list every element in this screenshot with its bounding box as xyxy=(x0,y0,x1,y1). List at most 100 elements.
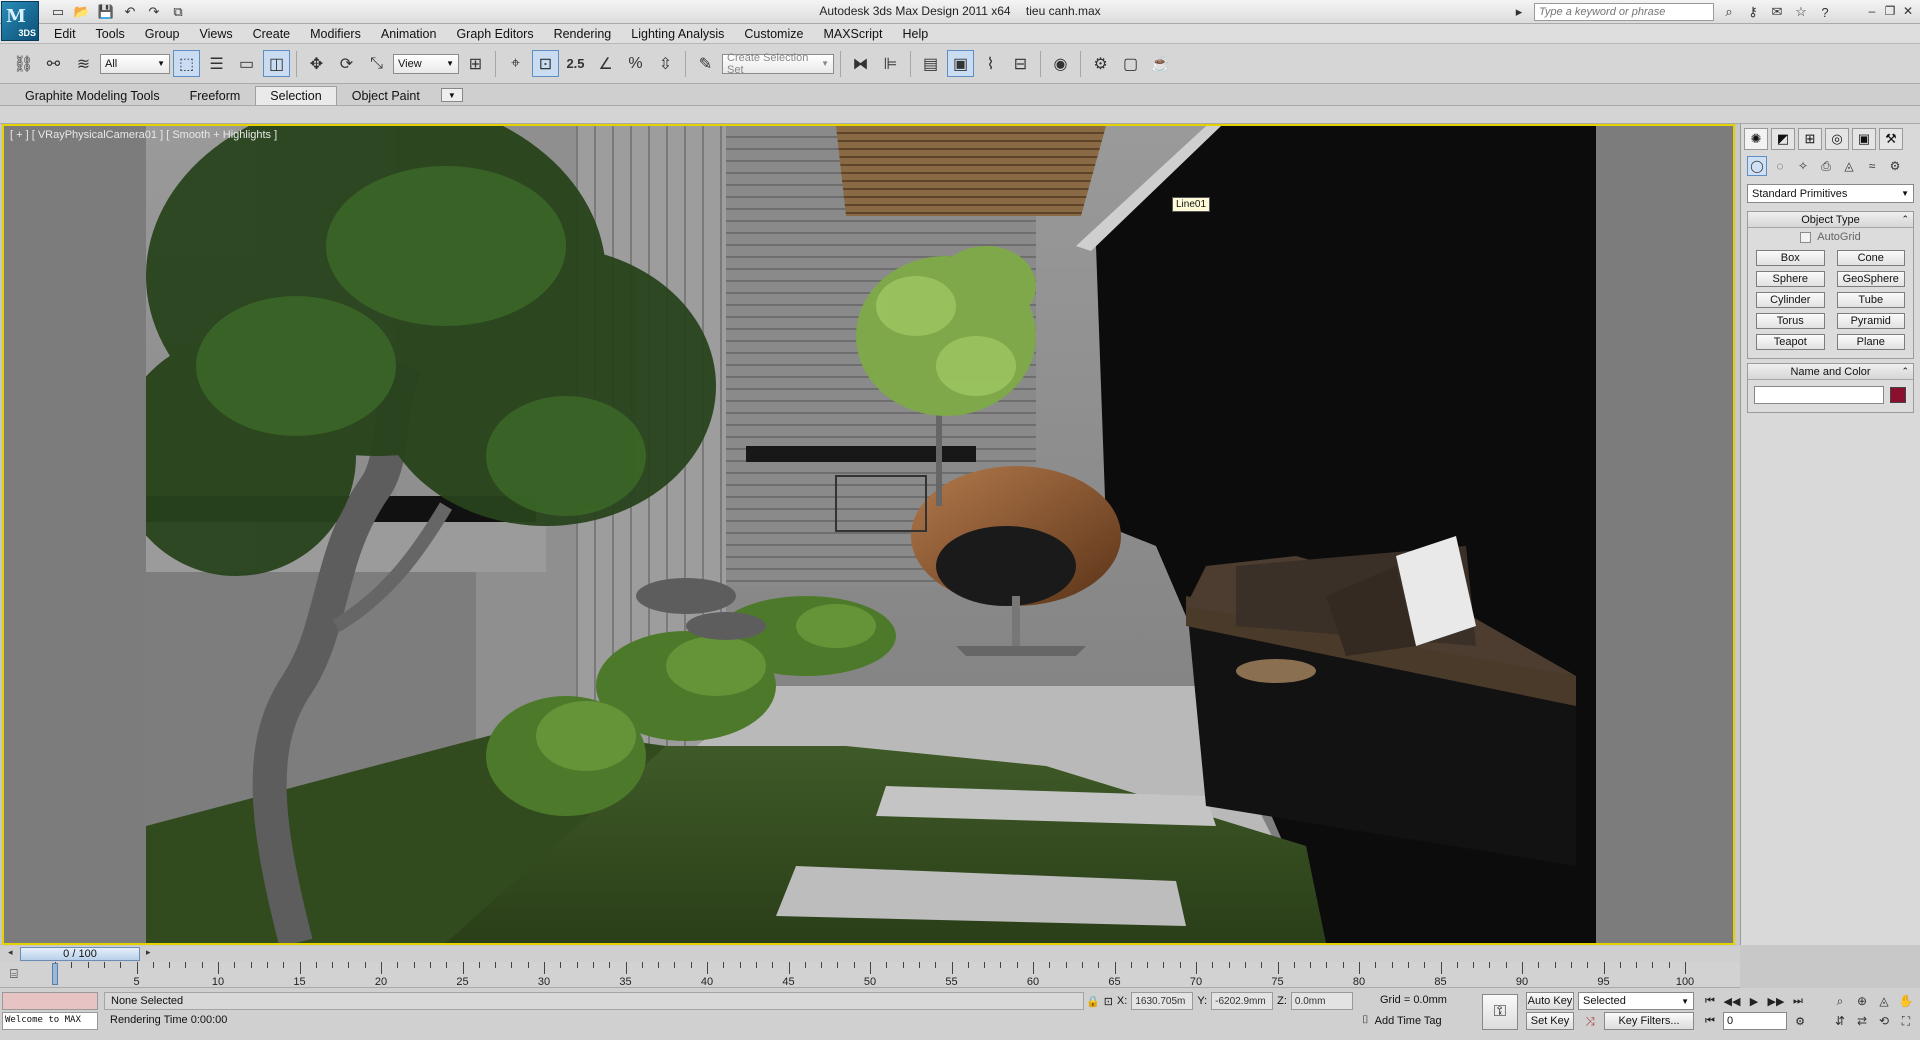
set-key-icon[interactable]: ⚿ xyxy=(1482,994,1518,1030)
maximize-viewport-icon[interactable]: ⛶ xyxy=(1896,1012,1916,1030)
restore-icon[interactable]: ❐ xyxy=(1882,2,1898,20)
menu-lighting-analysis[interactable]: Lighting Analysis xyxy=(621,27,734,41)
hierarchy-tab-icon[interactable]: ⊞ xyxy=(1798,128,1822,150)
redo-icon[interactable]: ↷ xyxy=(144,2,164,21)
key-filters-button[interactable]: Key Filters... xyxy=(1604,1012,1694,1030)
key-mode-toggle-icon[interactable]: ⏮ xyxy=(1700,1012,1720,1030)
systems-icon[interactable]: ⚙ xyxy=(1885,156,1905,176)
cone-button[interactable]: Cone xyxy=(1836,250,1905,266)
curve-editor-icon[interactable]: ⌇ xyxy=(977,50,1004,77)
menu-modifiers[interactable]: Modifiers xyxy=(300,27,371,41)
close-icon[interactable]: ✕ xyxy=(1900,2,1916,20)
time-slider[interactable]: ◂ 0 / 100 ▸ xyxy=(0,946,1740,962)
motion-tab-icon[interactable]: ◎ xyxy=(1825,128,1849,150)
y-coord-field[interactable]: -6202.9mm xyxy=(1211,992,1274,1010)
lock-icon[interactable]: 🔒 xyxy=(1086,995,1100,1008)
angle-snap-icon[interactable]: ∠ xyxy=(592,50,619,77)
name-color-header[interactable]: Name and Color ⌃ xyxy=(1748,364,1913,380)
object-color-swatch[interactable] xyxy=(1890,387,1906,403)
material-editor-icon[interactable]: ◉ xyxy=(1047,50,1074,77)
sphere-button[interactable]: Sphere xyxy=(1756,271,1825,287)
project-folder-icon[interactable]: ⧉ xyxy=(168,2,188,21)
new-icon[interactable]: ▭ xyxy=(48,2,68,21)
category-dropdown[interactable]: Standard Primitives ▼ xyxy=(1747,184,1914,203)
key-mode-icon[interactable]: ⤨ xyxy=(1580,1012,1600,1030)
geometry-icon[interactable]: ◯ xyxy=(1747,156,1767,176)
reference-coord-dropdown[interactable]: View ▼ xyxy=(393,53,459,74)
menu-tools[interactable]: Tools xyxy=(86,27,135,41)
menu-views[interactable]: Views xyxy=(189,27,242,41)
ribbon-options-dropdown[interactable]: ▼ xyxy=(440,88,463,102)
object-name-field[interactable] xyxy=(1754,386,1884,404)
render-production-icon[interactable]: ☕ xyxy=(1147,50,1174,77)
menu-graph-editors[interactable]: Graph Editors xyxy=(446,27,543,41)
helpers-icon[interactable]: ◬ xyxy=(1839,156,1859,176)
viewport-label[interactable]: [ + ] [ VRayPhysicalCamera01 ] [ Smooth … xyxy=(10,129,277,141)
layer-manager-icon[interactable]: ▤ xyxy=(917,50,944,77)
key-selection-dropdown[interactable]: Selected ▼ xyxy=(1578,992,1694,1010)
menu-animation[interactable]: Animation xyxy=(371,27,447,41)
menu-create[interactable]: Create xyxy=(243,27,301,41)
cameras-icon[interactable]: ⎙ xyxy=(1816,156,1836,176)
tab-freeform[interactable]: Freeform xyxy=(175,86,256,105)
spacewarps-icon[interactable]: ≈ xyxy=(1862,156,1882,176)
tube-button[interactable]: Tube xyxy=(1836,292,1905,308)
modify-tab-icon[interactable]: ◩ xyxy=(1771,128,1795,150)
pyramid-button[interactable]: Pyramid xyxy=(1836,313,1905,329)
lights-icon[interactable]: ✧ xyxy=(1793,156,1813,176)
binoculars-icon[interactable]: ⌕ xyxy=(1720,3,1738,21)
link-icon[interactable]: ⛓ xyxy=(10,50,37,77)
next-frame-arrow-icon[interactable]: ▸ xyxy=(146,947,151,958)
viewport[interactable]: [ + ] [ VRayPhysicalCamera01 ] [ Smooth … xyxy=(2,124,1735,945)
pan-icon[interactable]: ✋ xyxy=(1896,992,1916,1010)
go-to-end-icon[interactable]: ⏭ xyxy=(1788,992,1808,1010)
minimize-icon[interactable]: – xyxy=(1864,2,1880,20)
communication-icon[interactable]: ✉ xyxy=(1768,3,1786,21)
render-setup-icon[interactable]: ⚙ xyxy=(1087,50,1114,77)
truck-icon[interactable]: ⇄ xyxy=(1852,1012,1872,1030)
plane-button[interactable]: Plane xyxy=(1836,334,1905,350)
favorites-icon[interactable]: ☆ xyxy=(1792,3,1810,21)
help-icon[interactable]: ? xyxy=(1816,3,1834,21)
autogrid-checkbox[interactable] xyxy=(1800,231,1812,243)
maxscript-listener-input[interactable] xyxy=(2,992,98,1010)
previous-frame-icon[interactable]: ◀◀ xyxy=(1722,992,1742,1010)
z-coord-field[interactable]: 0.0mm xyxy=(1290,992,1353,1010)
time-slider-thumb[interactable]: 0 / 100 xyxy=(20,947,140,961)
prev-frame-arrow-icon[interactable]: ◂ xyxy=(8,947,13,958)
absolute-mode-icon[interactable]: ⊡ xyxy=(1104,995,1113,1008)
time-configuration-icon[interactable]: ⚙ xyxy=(1790,1012,1810,1030)
create-tab-icon[interactable]: ✺ xyxy=(1744,128,1768,150)
frame-ruler[interactable]: 0510152025303540455055606570758085909510… xyxy=(52,962,1694,988)
menu-maxscript[interactable]: MAXScript xyxy=(813,27,892,41)
rect-selection-region-icon[interactable]: ▭ xyxy=(233,50,260,77)
go-to-start-icon[interactable]: ⏮ xyxy=(1700,992,1720,1010)
rendered-frame-window-icon[interactable]: ▢ xyxy=(1117,50,1144,77)
current-frame-marker[interactable] xyxy=(52,963,58,985)
torus-button[interactable]: Torus xyxy=(1756,313,1825,329)
named-selection-dropdown[interactable]: Create Selection Set ▼ xyxy=(722,52,834,76)
select-manipulate-icon[interactable]: ⌖ xyxy=(502,50,529,77)
selection-filter-dropdown[interactable]: All ▼ xyxy=(100,53,170,74)
dolly-icon[interactable]: ⇵ xyxy=(1830,1012,1850,1030)
select-by-name-icon[interactable]: ☰ xyxy=(203,50,230,77)
tab-graphite-modeling-tools[interactable]: Graphite Modeling Tools xyxy=(10,86,175,105)
select-object-icon[interactable]: ⬚ xyxy=(173,50,200,77)
x-coord-field[interactable]: 1630.705m xyxy=(1131,992,1194,1010)
expand-arrow-icon[interactable]: ▸ xyxy=(1510,3,1528,21)
current-frame-field[interactable]: 0 xyxy=(1723,1012,1787,1030)
menu-group[interactable]: Group xyxy=(135,27,190,41)
play-icon[interactable]: ▶ xyxy=(1744,992,1764,1010)
snaps-toggle-icon[interactable]: 2.5 xyxy=(562,50,589,77)
mirror-icon[interactable]: ⧓ xyxy=(847,50,874,77)
edit-named-selection-icon[interactable]: ✎ xyxy=(692,50,719,77)
field-of-view-icon[interactable]: ◬ xyxy=(1874,992,1894,1010)
zoom-icon[interactable]: ⌕ xyxy=(1830,992,1850,1010)
keyboard-shortcut-toggle-icon[interactable]: ⊡ xyxy=(532,50,559,77)
menu-customize[interactable]: Customize xyxy=(734,27,813,41)
shapes-icon[interactable]: ◌ xyxy=(1770,156,1790,176)
move-icon[interactable]: ✥ xyxy=(303,50,330,77)
teapot-button[interactable]: Teapot xyxy=(1756,334,1825,350)
rotate-icon[interactable]: ⟳ xyxy=(333,50,360,77)
save-icon[interactable]: 💾 xyxy=(96,2,116,21)
